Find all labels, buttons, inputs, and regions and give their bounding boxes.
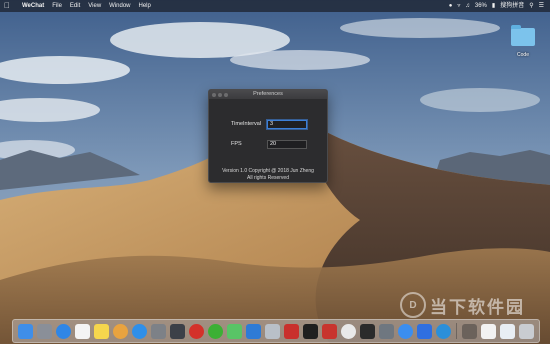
battery-percent[interactable]: 36%: [475, 0, 487, 12]
battery-icon[interactable]: ▮: [492, 0, 495, 12]
notes-icon[interactable]: [94, 323, 109, 339]
apple-menu-icon[interactable]: : [0, 0, 14, 12]
messages-icon[interactable]: [227, 323, 242, 339]
preview-icon[interactable]: [265, 323, 280, 339]
input-method[interactable]: 搜狗拼音: [500, 0, 524, 12]
screenshot-thumbnail-icon[interactable]: [481, 323, 496, 339]
chrome-icon[interactable]: [341, 323, 356, 339]
time-interval-label: TimeInterval: [231, 121, 262, 127]
app-store-icon[interactable]: [132, 323, 147, 339]
close-icon[interactable]: [212, 92, 216, 97]
preferences-window: Preferences TimeInterval 3 FPS 20 Versio…: [208, 89, 328, 183]
volume-icon[interactable]: ♫: [465, 0, 470, 12]
menu-file[interactable]: File: [52, 0, 62, 12]
status-area: ● ▿ ♫ 36% ▮ 搜狗拼音 ⚲ ☰: [444, 0, 550, 12]
search-icon[interactable]: ⚲: [529, 0, 533, 12]
watermark: D 当下软件园: [400, 292, 525, 318]
menu-bar:  WeChat File Edit View Window Help ● ▿ …: [0, 0, 550, 12]
window-title: Preferences: [253, 91, 283, 97]
notification-center-icon[interactable]: ☰: [539, 0, 544, 12]
trash-icon[interactable]: [519, 323, 534, 339]
watermark-text: 当下软件园: [430, 297, 525, 317]
window-titlebar[interactable]: Preferences: [209, 90, 327, 99]
minimize-icon[interactable]: [218, 92, 222, 97]
folder-label: Code: [517, 52, 529, 58]
baidu-netdisk-icon[interactable]: [398, 323, 413, 339]
wifi-icon[interactable]: ▿: [457, 0, 460, 12]
parallels-icon[interactable]: [322, 323, 337, 339]
wechat-icon[interactable]: [208, 323, 223, 339]
safari-icon[interactable]: [56, 323, 71, 339]
desktop-folder-code[interactable]: Code: [508, 25, 538, 58]
quicktime-icon[interactable]: [170, 323, 185, 339]
status-icon[interactable]: ●: [449, 0, 453, 12]
finder-icon[interactable]: [18, 323, 33, 339]
system-preferences-icon[interactable]: [151, 323, 166, 339]
folder-icon: [511, 25, 535, 46]
window-thumbnail-icon[interactable]: [500, 323, 515, 339]
calendar-icon[interactable]: [75, 323, 90, 339]
photos-icon[interactable]: [113, 323, 128, 339]
rights-text: All rights Reserved: [247, 175, 289, 181]
menu-window[interactable]: Window: [109, 0, 130, 12]
fps-label: FPS: [231, 141, 242, 147]
utilities-icon[interactable]: [379, 323, 394, 339]
zoom-icon[interactable]: [224, 92, 228, 97]
menu-app-name[interactable]: WeChat: [22, 0, 44, 12]
terminal-icon[interactable]: [303, 323, 318, 339]
xcode-icon[interactable]: [246, 323, 261, 339]
launchpad-icon[interactable]: [37, 323, 52, 339]
feishu-icon[interactable]: [417, 323, 432, 339]
pycharm-icon[interactable]: [360, 323, 375, 339]
document-thumbnail-icon[interactable]: [462, 323, 477, 339]
edge-icon[interactable]: [436, 323, 451, 339]
fps-input[interactable]: 20: [267, 140, 307, 149]
netease-music-icon[interactable]: [189, 323, 204, 339]
menu-view[interactable]: View: [88, 0, 101, 12]
traffic-lights: [212, 92, 230, 97]
watermark-logo-icon: D: [400, 292, 426, 318]
dock: [12, 319, 540, 343]
photo-booth-icon[interactable]: [284, 323, 299, 339]
dock-separator: [456, 323, 457, 339]
copyright-text: Version 1.0 Copyright @ 2018 Jun Zheng: [222, 168, 314, 174]
menu-help[interactable]: Help: [139, 0, 151, 12]
menu-edit[interactable]: Edit: [70, 0, 80, 12]
time-interval-input[interactable]: 3: [267, 120, 307, 129]
